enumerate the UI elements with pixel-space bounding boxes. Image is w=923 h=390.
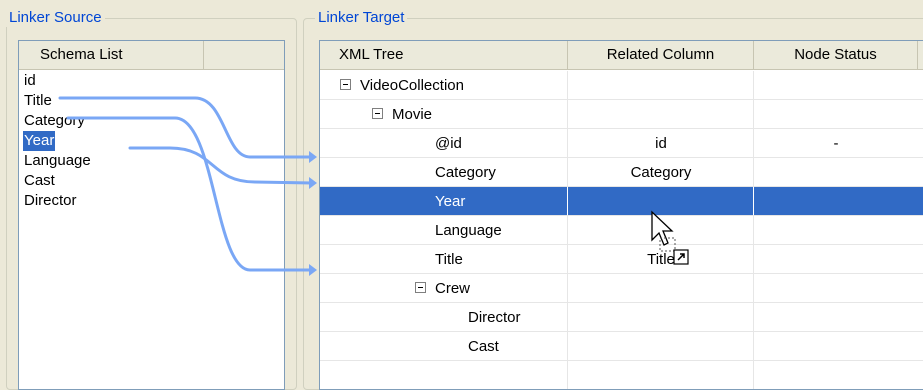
drag-cursor-icon xyxy=(651,210,689,265)
expander-minus-icon[interactable] xyxy=(372,107,383,119)
tree-node-label: Category xyxy=(435,164,496,181)
xml-tree-column-header[interactable]: XML Tree xyxy=(320,41,568,70)
node-status-header[interactable]: Node Status xyxy=(754,41,918,70)
tree-node-label: VideoCollection xyxy=(360,77,464,94)
schema-list: id Title Category Year Language Cast Dir… xyxy=(23,71,92,211)
linker-source-title: Linker Source xyxy=(6,9,105,27)
schema-item-language[interactable]: Language xyxy=(23,151,92,171)
grid-divider xyxy=(567,187,568,215)
schema-item-id[interactable]: id xyxy=(23,71,37,91)
schema-item-category[interactable]: Category xyxy=(23,111,86,131)
related-column-header[interactable]: Related Column xyxy=(568,41,754,70)
node-status-cell: - xyxy=(833,135,839,152)
tree-node-label: Director xyxy=(468,309,521,326)
tree-row-videocollection[interactable]: VideoCollection xyxy=(320,71,923,100)
tree-node-label: Cast xyxy=(468,338,499,355)
tree-node-label: Crew xyxy=(435,280,471,297)
schema-list-header: Schema List xyxy=(19,41,284,70)
tree-row-director[interactable]: Director xyxy=(320,303,923,332)
xml-tree-panel[interactable]: XML Tree Related Column Node Status Vide… xyxy=(319,40,923,390)
tree-node-label: Movie xyxy=(392,106,433,123)
tree-row-category[interactable]: Category Category xyxy=(320,158,923,187)
schema-list-panel[interactable]: Schema List id Title Category Year Langu… xyxy=(18,40,285,390)
grid-divider xyxy=(753,187,754,215)
related-column-cell[interactable]: Category xyxy=(568,158,754,187)
tree-node-label: Language xyxy=(435,222,502,239)
related-column-cell[interactable]: id xyxy=(568,129,754,158)
schema-item-title[interactable]: Title xyxy=(23,91,53,111)
schema-list-column-header[interactable]: Schema List xyxy=(19,41,204,70)
expander-minus-icon[interactable] xyxy=(415,281,426,293)
schema-list-header-filler xyxy=(204,41,284,70)
tree-row-id[interactable]: @id id - xyxy=(320,129,923,158)
tree-row-title[interactable]: Title Title xyxy=(320,245,923,274)
xml-tree-header: XML Tree Related Column Node Status xyxy=(320,41,923,70)
tree-node-label: Title xyxy=(435,251,463,268)
tree-node-label: Year xyxy=(435,193,466,210)
tree-node-label: @id xyxy=(435,135,462,152)
tree-row-year[interactable]: Year xyxy=(320,187,923,216)
schema-item-year[interactable]: Year xyxy=(23,131,56,151)
schema-item-director[interactable]: Director xyxy=(23,191,78,211)
schema-item-cast[interactable]: Cast xyxy=(23,171,56,191)
linker-target-title: Linker Target xyxy=(315,9,408,27)
tree-row-movie[interactable]: Movie xyxy=(320,100,923,129)
xml-tree-grid: VideoCollection Movie @id id - Category … xyxy=(320,71,923,389)
expander-minus-icon[interactable] xyxy=(340,78,351,90)
tree-row-language[interactable]: Language xyxy=(320,216,923,245)
tree-row-cast[interactable]: Cast xyxy=(320,332,923,361)
tree-row-crew[interactable]: Crew xyxy=(320,274,923,303)
